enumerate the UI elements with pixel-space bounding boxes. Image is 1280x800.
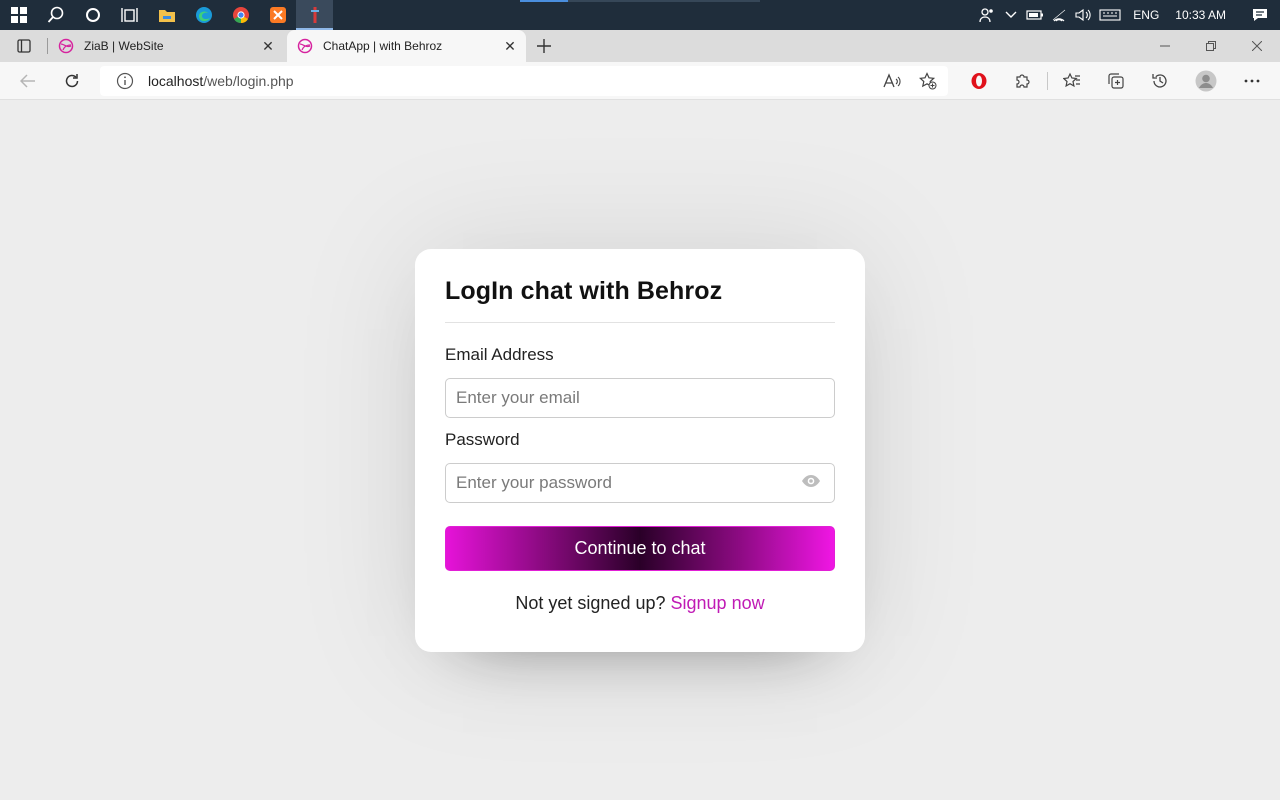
- signup-prompt: Not yet signed up? Signup now: [415, 593, 865, 614]
- extensions-icon[interactable]: [1008, 67, 1038, 95]
- volume-icon[interactable]: [1071, 0, 1095, 30]
- login-card: LogIn chat with Behroz Email Address Pas…: [415, 249, 865, 652]
- site-favicon-icon: [297, 38, 313, 54]
- browser-tab-strip: ZiaB | WebSite ✕ ChatApp | with Behroz ✕: [0, 30, 1280, 62]
- wifi-icon[interactable]: [1047, 0, 1071, 30]
- chevron-up-icon[interactable]: [999, 0, 1023, 30]
- profile-avatar-icon[interactable]: [1191, 67, 1221, 95]
- file-explorer-icon[interactable]: [148, 0, 185, 30]
- url-text[interactable]: localhost/web/login.php: [148, 73, 294, 89]
- password-input[interactable]: [445, 463, 835, 503]
- keyboard-icon[interactable]: [1095, 0, 1125, 30]
- email-input[interactable]: [445, 378, 835, 418]
- url-path: /web/login.php: [203, 73, 294, 89]
- tab-chatapp[interactable]: ChatApp | with Behroz ✕: [287, 30, 526, 62]
- collections-icon[interactable]: [1101, 67, 1131, 95]
- site-info-icon[interactable]: [116, 72, 134, 90]
- new-tab-icon[interactable]: [531, 34, 557, 58]
- address-bar[interactable]: localhost/web/login.php: [100, 66, 948, 96]
- close-tab-icon[interactable]: ✕: [502, 38, 518, 54]
- xampp-icon[interactable]: [259, 0, 296, 30]
- refresh-icon[interactable]: [57, 67, 87, 95]
- title-divider: [445, 322, 835, 323]
- people-icon[interactable]: [975, 0, 999, 30]
- favorites-icon[interactable]: [1057, 67, 1087, 95]
- signup-prompt-text: Not yet signed up?: [515, 593, 666, 613]
- more-menu-icon[interactable]: [1237, 67, 1267, 95]
- back-icon[interactable]: [13, 67, 43, 95]
- site-favicon-icon: [58, 38, 74, 54]
- minimize-icon[interactable]: [1142, 30, 1188, 62]
- chrome-icon[interactable]: [222, 0, 259, 30]
- read-aloud-icon[interactable]: [877, 67, 907, 95]
- notification-icon[interactable]: [1240, 0, 1280, 30]
- clock[interactable]: 10:33 AM: [1167, 8, 1240, 22]
- history-icon[interactable]: [1145, 67, 1175, 95]
- language-indicator[interactable]: ENG: [1125, 8, 1167, 22]
- taskbar-progress-indicator: [520, 0, 760, 2]
- password-label: Password: [445, 430, 520, 449]
- battery-icon[interactable]: [1023, 0, 1047, 30]
- task-view-icon[interactable]: [111, 0, 148, 30]
- edge-icon[interactable]: [185, 0, 222, 30]
- tab-title: ChatApp | with Behroz: [323, 39, 443, 53]
- show-password-eye-icon[interactable]: [800, 473, 822, 489]
- restore-icon[interactable]: [1188, 30, 1234, 62]
- search-icon[interactable]: [37, 0, 74, 30]
- url-host: localhost: [148, 73, 204, 89]
- add-favorite-icon[interactable]: [913, 67, 943, 95]
- tab-actions-icon[interactable]: [10, 34, 38, 58]
- signup-now-link[interactable]: Signup now: [671, 593, 765, 613]
- continue-to-chat-button[interactable]: Continue to chat: [445, 526, 835, 571]
- tab-title: ZiaB | WebSite: [84, 39, 164, 53]
- login-title: LogIn chat with Behroz: [445, 277, 723, 305]
- system-tray: ENG 10:33 AM: [975, 0, 1280, 30]
- tab-ziab-website[interactable]: ZiaB | WebSite ✕: [48, 30, 284, 62]
- opera-extension-icon[interactable]: [964, 67, 994, 95]
- cortana-icon[interactable]: [74, 0, 111, 30]
- browser-toolbar: localhost/web/login.php: [0, 62, 1280, 100]
- email-label: Email Address: [445, 345, 554, 364]
- windows-start-icon[interactable]: [0, 0, 37, 30]
- close-tab-icon[interactable]: ✕: [260, 38, 276, 54]
- close-window-icon[interactable]: [1234, 30, 1280, 62]
- toolbar-separator: [1047, 72, 1048, 90]
- app-active-icon[interactable]: [296, 0, 333, 30]
- windows-taskbar: ENG 10:33 AM: [0, 0, 1280, 30]
